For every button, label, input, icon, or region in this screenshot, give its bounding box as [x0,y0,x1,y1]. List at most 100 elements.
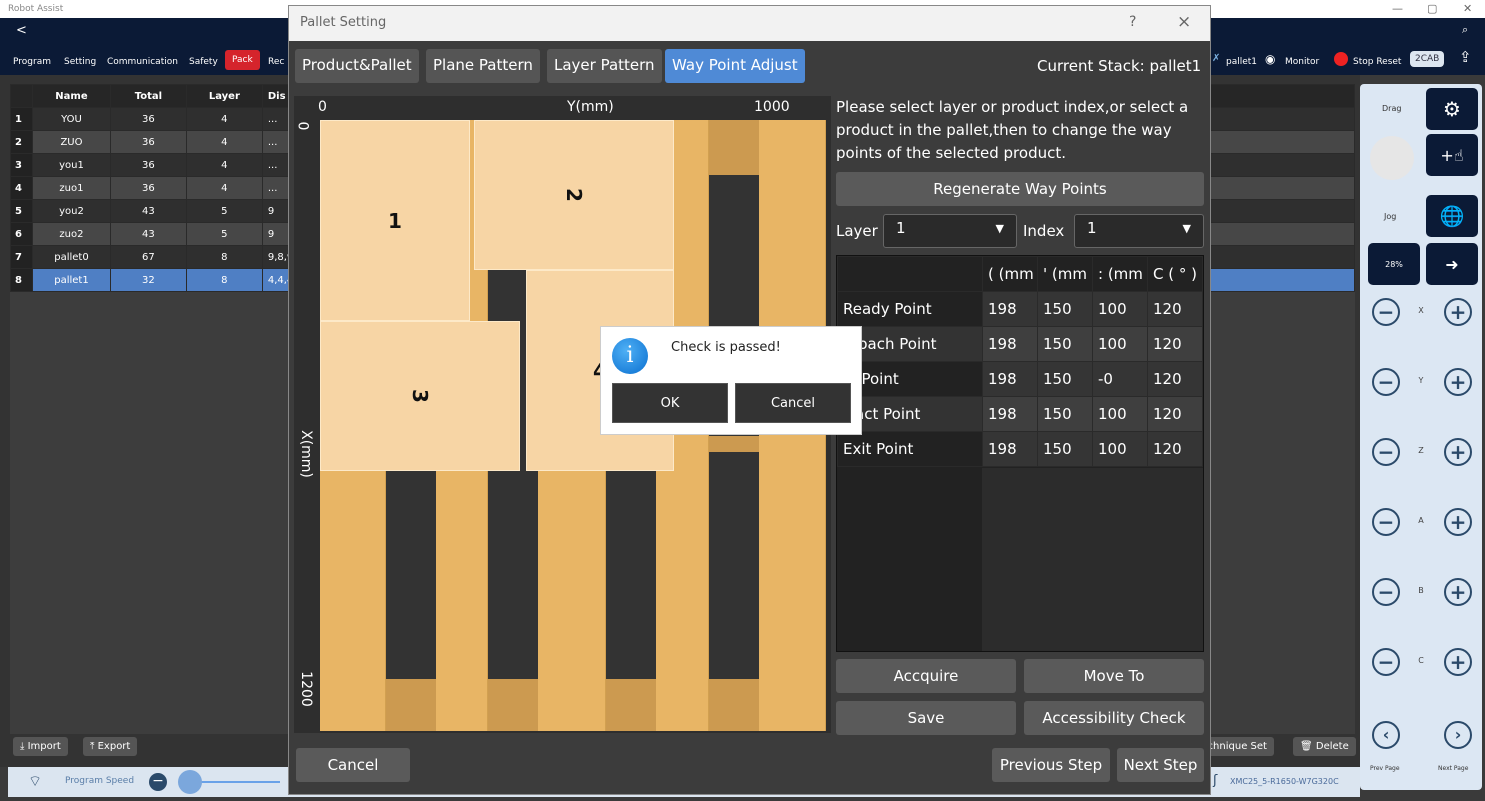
way-point-value[interactable]: 150 [1037,291,1093,327]
way-point-value[interactable]: 150 [1037,326,1093,362]
nav-communication[interactable]: Communication [102,54,183,70]
product-3[interactable]: 3 [320,321,520,471]
jog-minus-z-button[interactable]: − [1372,438,1400,466]
product-1[interactable]: 1 [320,120,470,321]
next-page-button[interactable]: › [1444,721,1472,749]
minimize-button[interactable]: — [1392,2,1403,15]
mode-badge[interactable]: 2CAB [1410,51,1445,67]
way-point-value[interactable]: 198 [982,326,1038,362]
cell-i: 7 [10,245,33,269]
way-point-row[interactable]: tract Point 198 150 100 120 [837,396,1203,432]
nav-program[interactable]: Program [8,54,56,70]
way-point-value[interactable]: 198 [982,396,1038,432]
dialog-close-button[interactable]: × [1177,12,1191,32]
speed-slider-thumb[interactable] [178,770,202,794]
dialog-title: Pallet Setting [300,15,387,30]
save-button[interactable]: Save [836,701,1016,735]
way-point-value[interactable]: 120 [1147,396,1203,432]
jog-plus-b-button[interactable]: + [1444,578,1472,606]
wp-table-empty [982,468,1203,651]
way-point-value[interactable]: 120 [1147,361,1203,397]
cell-total: 43 [109,199,187,223]
next-step-button[interactable]: Next Step [1117,748,1204,782]
message-cancel-button[interactable]: Cancel [735,383,851,423]
way-point-row[interactable]: Exit Point 198 150 100 120 [837,431,1203,467]
tab-plane-pattern[interactable]: Plane Pattern [426,49,540,83]
previous-step-button[interactable]: Previous Step [992,748,1110,782]
step-mode-button[interactable]: ➜ [1426,243,1478,285]
speed-decrease-button[interactable]: − [149,773,167,791]
layer-select[interactable]: 1 ▼ [883,214,1017,248]
tab-product-pallet[interactable]: Product&Pallet [295,49,419,83]
globe-coordinate-button[interactable]: 🌐 [1426,195,1478,237]
jog-plus-a-button[interactable]: + [1444,508,1472,536]
search-icon[interactable]: ⌕ [1462,23,1468,37]
back-button[interactable]: < [16,23,27,38]
cell-total: 67 [109,245,187,269]
acquire-button[interactable]: Accquire [836,659,1016,693]
stop-reset-button[interactable]: Stop Reset [1348,54,1406,70]
maximize-button[interactable]: ▢ [1427,2,1437,15]
way-point-value[interactable]: 100 [1092,291,1148,327]
nav-pack[interactable]: Pack [225,50,260,70]
cell-layer: 8 [185,268,263,292]
product-2[interactable]: 2 [474,120,674,270]
cancel-button[interactable]: Cancel [296,748,410,782]
jog-speed-button[interactable]: 28% [1368,243,1420,285]
speed-slider-track[interactable] [198,781,280,783]
way-point-value[interactable]: 120 [1147,326,1203,362]
tab-way-point-adjust[interactable]: Way Point Adjust [665,49,805,83]
ok-button[interactable]: OK [612,383,728,423]
nav-rec[interactable]: Rec [263,54,289,70]
import-button[interactable]: ⤓ Import [13,737,68,756]
way-point-value[interactable]: 120 [1147,431,1203,467]
way-point-row[interactable]: bj Point 198 150 -0 120 [837,361,1203,397]
prev-page-button[interactable]: ‹ [1372,721,1400,749]
monitor-button[interactable]: Monitor [1280,54,1324,70]
way-point-value[interactable]: 198 [982,431,1038,467]
export-button[interactable]: ⤒ Export [83,737,138,756]
hand-teach-button[interactable]: +☝ [1426,134,1478,176]
way-point-value[interactable]: 198 [982,291,1038,327]
wrench-icon: ✗ [1212,53,1221,64]
export-icon[interactable]: ⇪ [1459,48,1472,66]
close-window-button[interactable]: ✕ [1463,2,1472,15]
jog-plus-c-button[interactable]: + [1444,648,1472,676]
way-point-value[interactable]: 120 [1147,291,1203,327]
nav-setting[interactable]: Setting [59,54,101,70]
index-select[interactable]: 1 ▼ [1074,214,1204,248]
way-point-value[interactable]: 150 [1037,396,1093,432]
prev-page-label: Prev Page [1370,765,1400,772]
current-stack-indicator[interactable]: pallet1 [1221,54,1262,70]
jog-minus-a-button[interactable]: − [1372,508,1400,536]
jog-plus-z-button[interactable]: + [1444,438,1472,466]
jog-minus-x-button[interactable]: − [1372,298,1400,326]
robot-drag-button[interactable]: ⚙ [1426,88,1478,130]
way-point-row[interactable]: Ready Point 198 150 100 120 [837,291,1203,327]
way-point-value[interactable]: 100 [1092,396,1148,432]
way-point-value[interactable]: 100 [1092,431,1148,467]
accessibility-check-button[interactable]: Accessibility Check [1024,701,1204,735]
delete-label: Delete [1315,741,1349,752]
nav-safety[interactable]: Safety [184,54,223,70]
way-point-value[interactable]: -0 [1092,361,1148,397]
axis-label: Y [1418,376,1424,385]
controller-name: XMC25_5-R1650-W7G320C [1230,777,1339,786]
way-point-value[interactable]: 150 [1037,361,1093,397]
product-3-label: 3 [407,389,432,403]
jog-plus-y-button[interactable]: + [1444,368,1472,396]
way-point-row[interactable]: proach Point 198 150 100 120 [837,326,1203,362]
jog-minus-b-button[interactable]: − [1372,578,1400,606]
way-point-value[interactable]: 198 [982,361,1038,397]
way-point-value[interactable]: 150 [1037,431,1093,467]
regenerate-way-points-button[interactable]: Regenerate Way Points [836,172,1204,206]
way-point-value[interactable]: 100 [1092,326,1148,362]
move-to-button[interactable]: Move To [1024,659,1204,693]
delete-button[interactable]: 🗑 Delete [1293,737,1356,756]
jog-minus-c-button[interactable]: − [1372,648,1400,676]
drag-toggle[interactable] [1370,136,1414,180]
help-button[interactable]: ? [1129,14,1136,30]
jog-plus-x-button[interactable]: + [1444,298,1472,326]
jog-minus-y-button[interactable]: − [1372,368,1400,396]
tab-layer-pattern[interactable]: Layer Pattern [547,49,662,83]
